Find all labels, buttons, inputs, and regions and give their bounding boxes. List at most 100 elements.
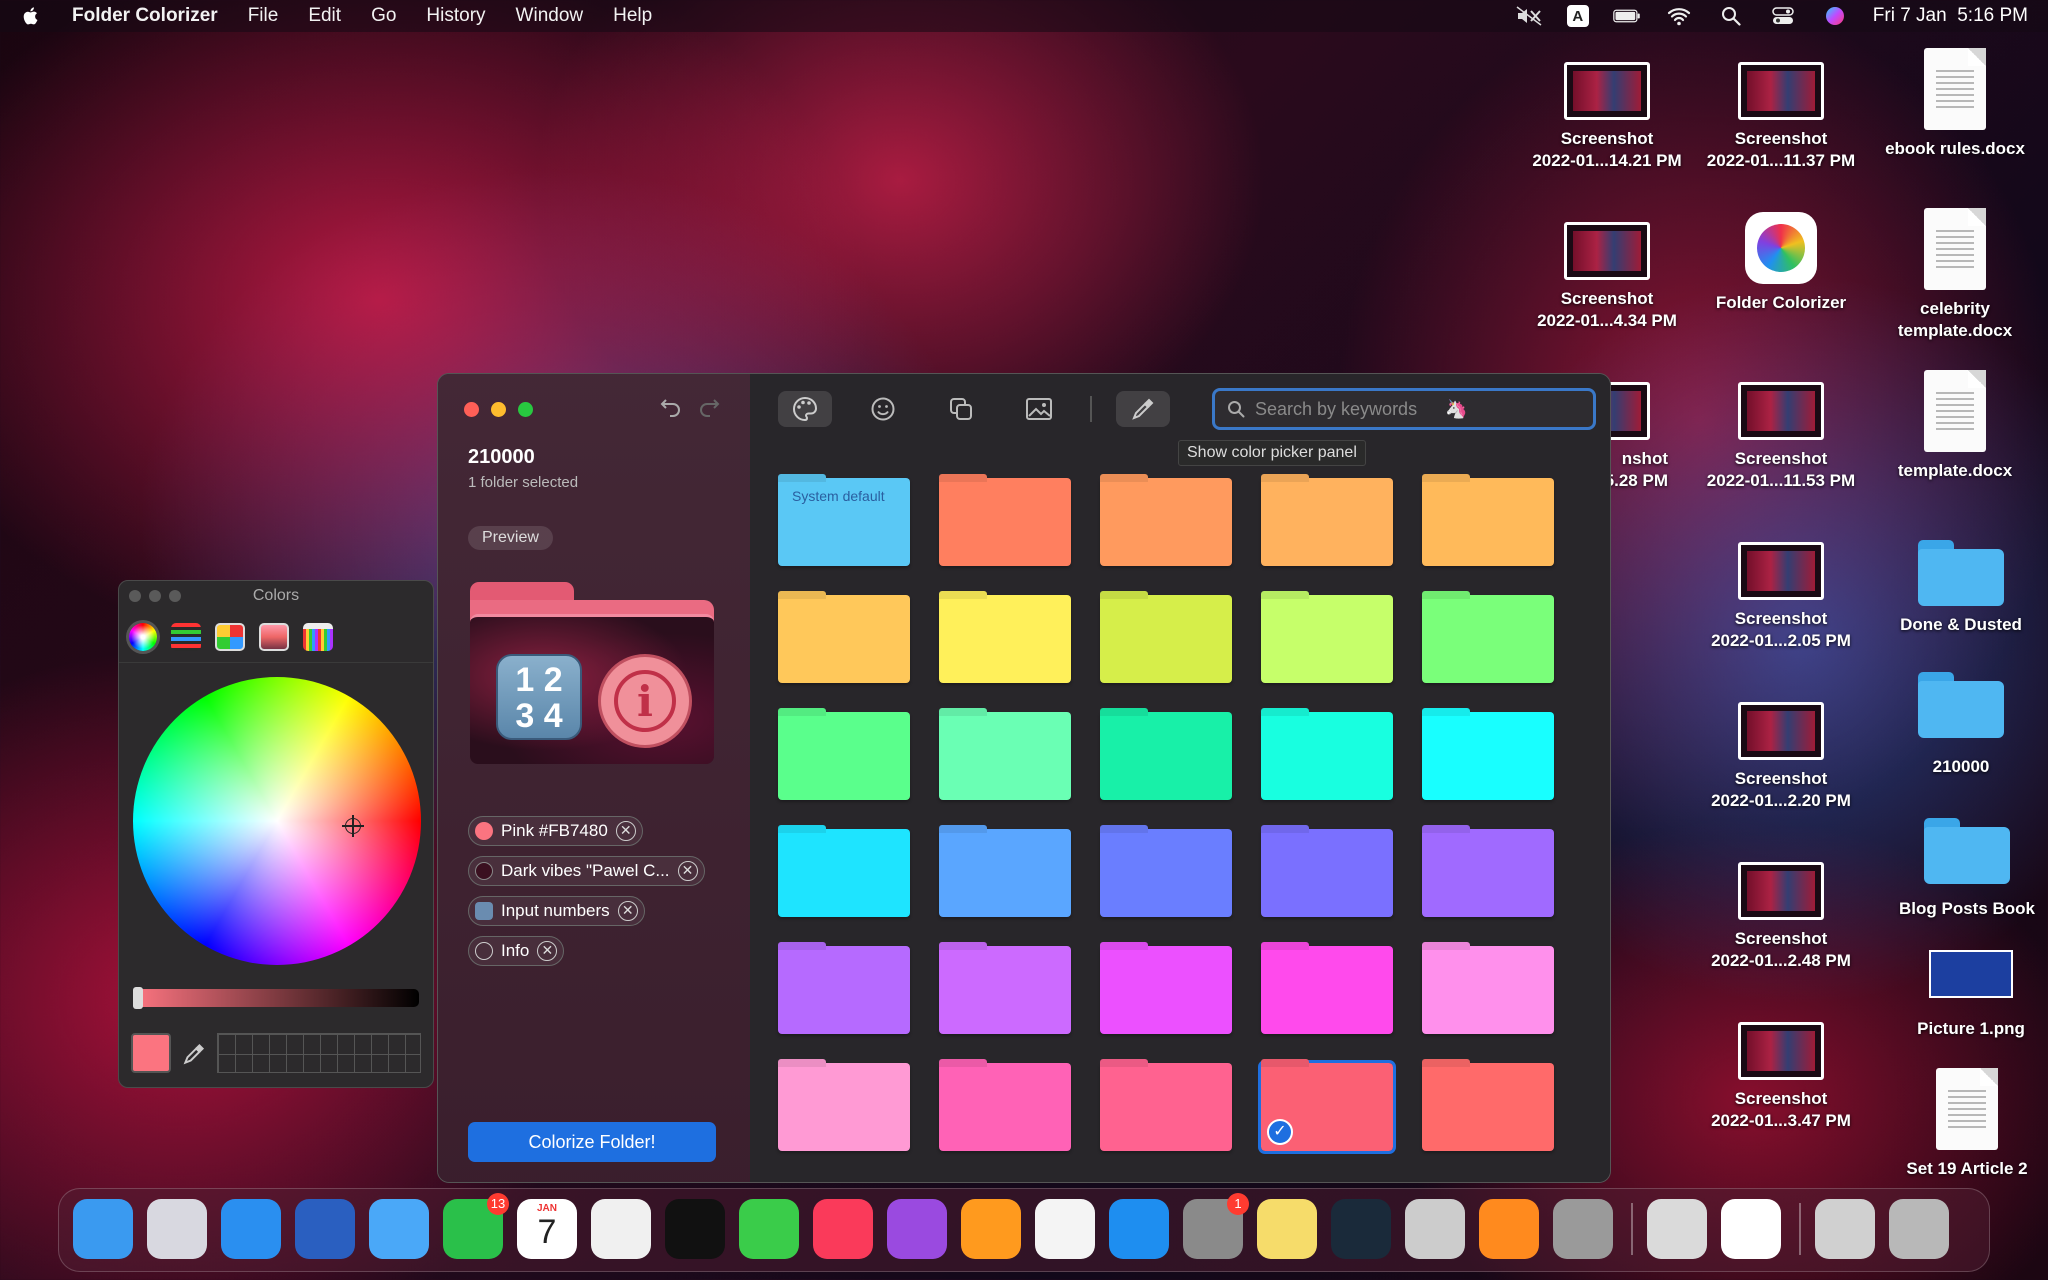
dock-word-icon[interactable]	[295, 1199, 355, 1259]
menu-history[interactable]: History	[426, 5, 485, 27]
dock-calendar-icon[interactable]: JAN 7	[517, 1199, 577, 1259]
redo-icon[interactable]	[698, 396, 720, 418]
dock-apple-tv-icon[interactable]	[665, 1199, 725, 1259]
dock-system-preferences-icon[interactable]: 1	[1183, 1193, 1249, 1259]
colors-tab-button[interactable]	[778, 391, 832, 427]
dock-stickies-icon[interactable]	[1257, 1199, 1317, 1259]
desktop-icon-screenshot[interactable]: Screenshot 2022-01...2.48 PM	[1696, 862, 1866, 972]
current-color-swatch[interactable]	[131, 1033, 171, 1073]
dock-folder-colorizer-icon[interactable]	[1721, 1199, 1781, 1259]
color-swatch[interactable]	[939, 829, 1071, 917]
menu-app-name[interactable]: Folder Colorizer	[72, 5, 218, 27]
dock-launchpad-icon[interactable]	[147, 1199, 207, 1259]
menu-go[interactable]: Go	[371, 5, 396, 27]
tag-wallpaper[interactable]: Dark vibes "Pawel C... ✕	[468, 856, 705, 886]
color-swatch[interactable]: ✓	[1258, 1060, 1396, 1154]
desktop-icon-screenshot[interactable]: Screenshot 2022-01...11.53 PM	[1696, 382, 1866, 492]
shapes-tab-button[interactable]	[934, 391, 988, 427]
color-swatch[interactable]	[778, 829, 910, 917]
desktop-icon-folder[interactable]: Done & Dusted	[1876, 540, 2046, 636]
dock-downloads-icon[interactable]	[1815, 1199, 1875, 1259]
color-swatch[interactable]	[1422, 712, 1554, 800]
menu-window[interactable]: Window	[516, 5, 584, 27]
remove-tag-icon[interactable]: ✕	[537, 941, 558, 961]
color-palettes-tab-icon[interactable]	[215, 622, 245, 651]
search-field[interactable]: 🦄	[1212, 388, 1596, 430]
dock-facetime-icon[interactable]: 13	[443, 1193, 509, 1259]
color-swatch[interactable]	[778, 712, 910, 800]
eyedropper-icon[interactable]	[181, 1041, 207, 1067]
desktop-icon-screenshot[interactable]: Screenshot 2022-01...14.21 PM	[1522, 62, 1692, 172]
dock-music-icon[interactable]	[813, 1199, 873, 1259]
dock-app-store-icon[interactable]	[1109, 1199, 1169, 1259]
desktop-icon-app[interactable]: Folder Colorizer	[1696, 212, 1866, 314]
menu-help[interactable]: Help	[613, 5, 652, 27]
unicorn-icon[interactable]: 🦄	[1445, 399, 1467, 420]
menu-file[interactable]: File	[248, 5, 279, 27]
color-wheel-tab-icon[interactable]	[129, 622, 157, 651]
color-swatch[interactable]	[1100, 1063, 1232, 1151]
color-wheel[interactable]	[133, 677, 421, 965]
color-swatch[interactable]	[1422, 1063, 1554, 1151]
color-wheel-crosshair[interactable]	[342, 815, 364, 837]
undo-icon[interactable]	[660, 396, 682, 418]
colorize-folder-button[interactable]: Colorize Folder!	[468, 1122, 716, 1162]
desktop-icon-screenshot[interactable]: Screenshot 2022-01...2.20 PM	[1696, 702, 1866, 812]
color-swatch[interactable]	[1422, 595, 1554, 683]
color-swatch[interactable]	[939, 946, 1071, 1034]
menu-clock[interactable]: Fri 7 Jan 5:16 PM	[1873, 5, 2028, 27]
close-button[interactable]	[464, 402, 479, 417]
search-input[interactable]	[1255, 398, 1445, 420]
dock-finder-icon[interactable]	[73, 1199, 133, 1259]
color-swatch[interactable]	[778, 595, 910, 683]
dock-mail-icon[interactable]	[369, 1199, 429, 1259]
color-swatch[interactable]	[939, 1063, 1071, 1151]
dock-books-icon[interactable]	[961, 1199, 1021, 1259]
dock-podcasts-icon[interactable]	[887, 1199, 947, 1259]
dock-safari-icon[interactable]	[221, 1199, 281, 1259]
color-swatch[interactable]	[1261, 946, 1393, 1034]
brightness-slider[interactable]	[135, 989, 419, 1007]
color-swatch[interactable]	[778, 1063, 910, 1151]
desktop-icon-document[interactable]: ebook rules.docx	[1870, 48, 2040, 160]
battery-icon[interactable]	[1612, 6, 1641, 26]
color-swatch[interactable]	[778, 946, 910, 1034]
color-swatch[interactable]	[1100, 829, 1232, 917]
spotlight-search-icon[interactable]	[1717, 6, 1745, 26]
desktop-icon-folder[interactable]: 210000	[1876, 672, 2046, 778]
tag-input-numbers[interactable]: Input numbers ✕	[468, 896, 645, 926]
dock-script-editor-icon[interactable]	[1035, 1199, 1095, 1259]
emoji-tab-button[interactable]	[856, 391, 910, 427]
color-swatch[interactable]	[1100, 946, 1232, 1034]
color-picker-button[interactable]	[1116, 391, 1170, 427]
remove-tag-icon[interactable]: ✕	[677, 861, 698, 881]
color-swatch[interactable]	[939, 712, 1071, 800]
desktop-icon-document[interactable]: celebrity template.docx	[1870, 208, 2040, 342]
remove-tag-icon[interactable]: ✕	[617, 901, 638, 921]
apple-icon[interactable]	[20, 5, 42, 27]
color-swatch[interactable]	[1100, 712, 1232, 800]
desktop-icon-screenshot[interactable]: Screenshot 2022-01...11.37 PM	[1696, 62, 1866, 172]
siri-icon[interactable]	[1821, 6, 1849, 26]
color-swatch[interactable]	[1261, 712, 1393, 800]
dock-league-of-legends-icon[interactable]	[1331, 1199, 1391, 1259]
dock-vlc-icon[interactable]	[1479, 1199, 1539, 1259]
color-swatch[interactable]	[939, 478, 1071, 566]
swatch-system-default[interactable]: System default	[778, 478, 910, 566]
desktop-icon-screenshot[interactable]: Screenshot 2022-01...3.47 PM	[1696, 1022, 1866, 1132]
colors-panel-titlebar[interactable]: Colors	[119, 581, 433, 611]
color-sliders-tab-icon[interactable]	[171, 622, 201, 651]
color-swatch[interactable]	[1100, 595, 1232, 683]
input-source-indicator[interactable]: A	[1566, 5, 1589, 27]
dock-messages-icon[interactable]	[739, 1199, 799, 1259]
desktop-icon-screenshot[interactable]: Screenshot 2022-01...4.34 PM	[1522, 222, 1692, 332]
color-swatch[interactable]	[1261, 478, 1393, 566]
desktop-icon-picture[interactable]: Picture 1.png	[1886, 950, 2048, 1040]
color-wells[interactable]	[217, 1033, 421, 1073]
remove-tag-icon[interactable]: ✕	[615, 821, 636, 841]
dock-calculator-icon[interactable]	[1553, 1199, 1613, 1259]
image-palettes-tab-icon[interactable]	[259, 622, 289, 651]
pencils-tab-icon[interactable]	[303, 622, 333, 651]
tag-color[interactable]: Pink #FB7480 ✕	[468, 816, 643, 846]
color-swatch[interactable]	[939, 595, 1071, 683]
